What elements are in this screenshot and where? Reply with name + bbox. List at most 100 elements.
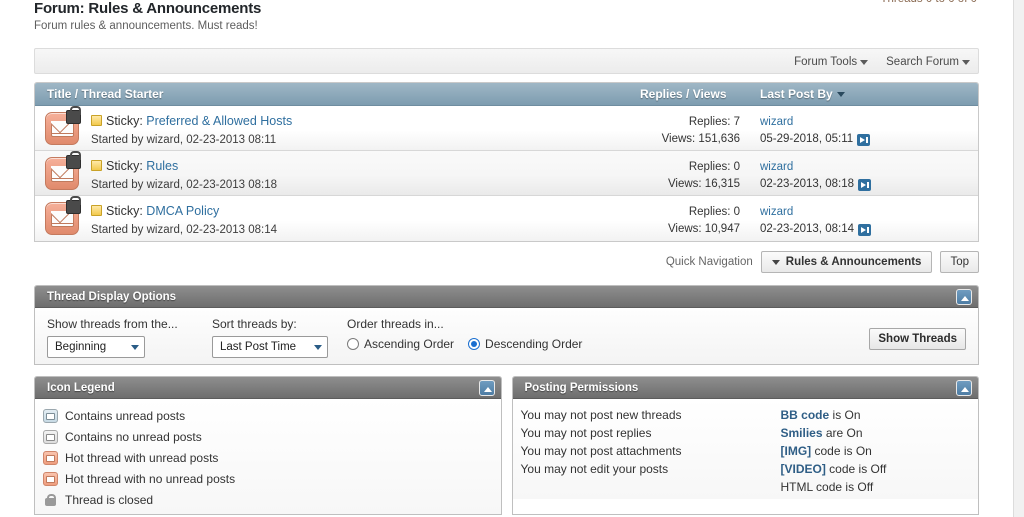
started-by-label: Started by (91, 134, 144, 146)
radio-ascending-order[interactable]: Ascending Order (347, 337, 454, 351)
forum-toolbar: Forum Tools Search Forum (34, 48, 979, 74)
show-threads-from-select[interactable]: Beginning (47, 336, 145, 358)
quick-navigation-select[interactable]: Rules & Announcements (760, 251, 933, 273)
thread-replies: Replies: 7 (688, 116, 740, 128)
thread-starter-line: Started by wizard, 02-23-2013 08:14 (91, 224, 278, 236)
permission-line: You may not edit your posts (520, 462, 669, 476)
thread-starter-name[interactable]: wizard (147, 134, 180, 146)
forum-tools-button[interactable]: Forum Tools (794, 56, 869, 68)
thread-title-link[interactable]: Preferred & Allowed Hosts (146, 114, 292, 128)
envelope-icon (46, 433, 55, 441)
column-header-title[interactable]: Title / Thread Starter (47, 83, 163, 106)
column-header-last-post-by[interactable]: Last Post By (760, 83, 845, 106)
thread-views: Views: 10,947 (667, 223, 740, 235)
thread-started-date: 02-23-2013 08:11 (186, 134, 277, 146)
list-item: Contains no unread posts (43, 426, 501, 447)
thread-views: Views: 16,315 (667, 178, 740, 190)
chevron-down-icon (962, 59, 970, 65)
permission-code-line: HTML code is Off (781, 478, 887, 496)
forum-page: Threads 0 to 0 of 0 Forum: Rules & Annou… (0, 0, 1024, 517)
thread-title-link[interactable]: DMCA Policy (146, 204, 219, 218)
sort-threads-by-select[interactable]: Last Post Time (212, 336, 328, 358)
forum-tools-label: Forum Tools (794, 56, 858, 68)
thread-title-line: Sticky: Rules (91, 158, 631, 174)
thread-prefix: Sticky: (106, 204, 143, 218)
thread-title-cell: Sticky: DMCA Policy Started by wizard, 0… (91, 203, 631, 238)
show-threads-from-value: Beginning (55, 341, 107, 353)
sticky-icon (91, 160, 102, 171)
envelope-icon (46, 412, 55, 420)
img-code-link[interactable]: [IMG] (781, 444, 812, 458)
show-threads-button[interactable]: Show Threads (869, 328, 966, 350)
thread-prefix: Sticky: (106, 159, 143, 173)
toolbar-links: Forum Tools Search Forum (794, 49, 970, 75)
video-code-state: code is Off (825, 462, 887, 476)
sort-descending-icon (836, 92, 845, 97)
sticky-icon (91, 205, 102, 216)
go-to-last-post-icon[interactable] (858, 223, 871, 236)
html-code-state: HTML code is Off (780, 480, 874, 494)
show-threads-from-field: Show threads from the... Beginning (47, 316, 178, 358)
started-by-label: Started by (91, 224, 144, 236)
collapse-icon[interactable] (956, 380, 972, 396)
bb-code-link[interactable]: BB code (781, 408, 830, 422)
go-to-last-post-icon[interactable] (858, 178, 871, 191)
legend-label: Thread is closed (65, 492, 154, 507)
order-threads-radios: Ascending Order Descending Order (347, 337, 582, 351)
last-post-date-row: 05-29-2018, 05:11 (760, 131, 960, 148)
page-scrollbar-edge[interactable] (1013, 0, 1024, 517)
sort-threads-by-field: Sort threads by: Last Post Time (212, 316, 328, 358)
bottom-panels: Icon Legend Contains unread posts Contai… (34, 376, 979, 515)
thread-starter-name[interactable]: wizard (147, 179, 180, 191)
quick-navigation: Quick Navigation Rules & Announcements T… (34, 251, 979, 273)
thread-starter-name[interactable]: wizard (147, 224, 180, 236)
radio-ascending-label: Ascending Order (364, 337, 455, 351)
order-threads-label: Order threads in... (347, 317, 444, 331)
sticky-icon (91, 115, 102, 126)
forum-header: Threads 0 to 0 of 0 Forum: Rules & Annou… (14, 0, 999, 40)
thread-title-cell: Sticky: Preferred & Allowed Hosts Starte… (91, 113, 631, 148)
hot-thread-closed-icon (45, 196, 81, 235)
permissions-right-column: BB code is On Smilies are On [IMG] code … (781, 406, 887, 496)
table-row[interactable]: Sticky: Rules Started by wizard, 02-23-2… (35, 151, 978, 196)
legend-label: Contains unread posts (65, 408, 186, 423)
panel-title: Thread Display Options (47, 291, 177, 303)
started-by-label: Started by (91, 179, 144, 191)
legend-label: Hot thread with unread posts (65, 450, 219, 465)
collapse-icon[interactable] (478, 380, 495, 396)
last-post-date-row: 02-23-2013, 08:18 (760, 176, 960, 193)
radio-descending-order[interactable]: Descending Order (468, 337, 582, 351)
last-post-date: 05-29-2018, 05:11 (760, 133, 854, 145)
thread-closed-icon (43, 493, 58, 507)
table-row[interactable]: Sticky: DMCA Policy Started by wizard, 0… (35, 196, 978, 241)
collapse-icon[interactable] (956, 289, 972, 305)
posting-permissions-panel: Posting Permissions You may not post new… (511, 376, 979, 515)
order-threads-field: Order threads in... Ascending Order Desc… (347, 316, 582, 351)
page-content: Threads 0 to 0 of 0 Forum: Rules & Annou… (0, 0, 1013, 517)
legend-label: Contains no unread posts (65, 429, 202, 444)
icon-legend-panel: Icon Legend Contains unread posts Contai… (34, 376, 502, 515)
column-header-replies-views[interactable]: Replies / Views (640, 83, 727, 106)
thread-title-link[interactable]: Rules (146, 159, 178, 173)
top-button[interactable]: Top (940, 251, 979, 273)
last-post-user-link[interactable]: wizard (760, 114, 960, 131)
envelope-icon (46, 454, 55, 462)
radio-indicator (347, 338, 359, 350)
quick-navigation-selected: Rules & Announcements (785, 256, 922, 268)
thread-starter-line: Started by wizard, 02-23-2013 08:18 (91, 179, 278, 191)
go-to-last-post-icon[interactable] (857, 133, 871, 146)
thread-title-line: Sticky: DMCA Policy (91, 203, 631, 219)
search-forum-button[interactable]: Search Forum (886, 56, 970, 68)
thread-last-post-cell: wizard 05-29-2018, 05:11 (760, 114, 960, 148)
table-row[interactable]: Sticky: Preferred & Allowed Hosts Starte… (35, 106, 978, 151)
last-post-date: 02-23-2013, 08:14 (760, 223, 854, 235)
last-post-user-link[interactable]: wizard (760, 159, 960, 176)
no-unread-posts-icon (43, 429, 58, 444)
last-post-user-link[interactable]: wizard (760, 204, 960, 221)
page-title: Forum: Rules & Announcements (34, 0, 262, 17)
hot-thread-unread-icon (43, 450, 58, 465)
panel-title: Posting Permissions (524, 382, 639, 394)
thread-starter-line: Started by wizard, 02-23-2013 08:11 (91, 134, 277, 146)
video-code-link[interactable]: [VIDEO] (781, 462, 826, 476)
smilies-link[interactable]: Smilies (781, 426, 823, 440)
